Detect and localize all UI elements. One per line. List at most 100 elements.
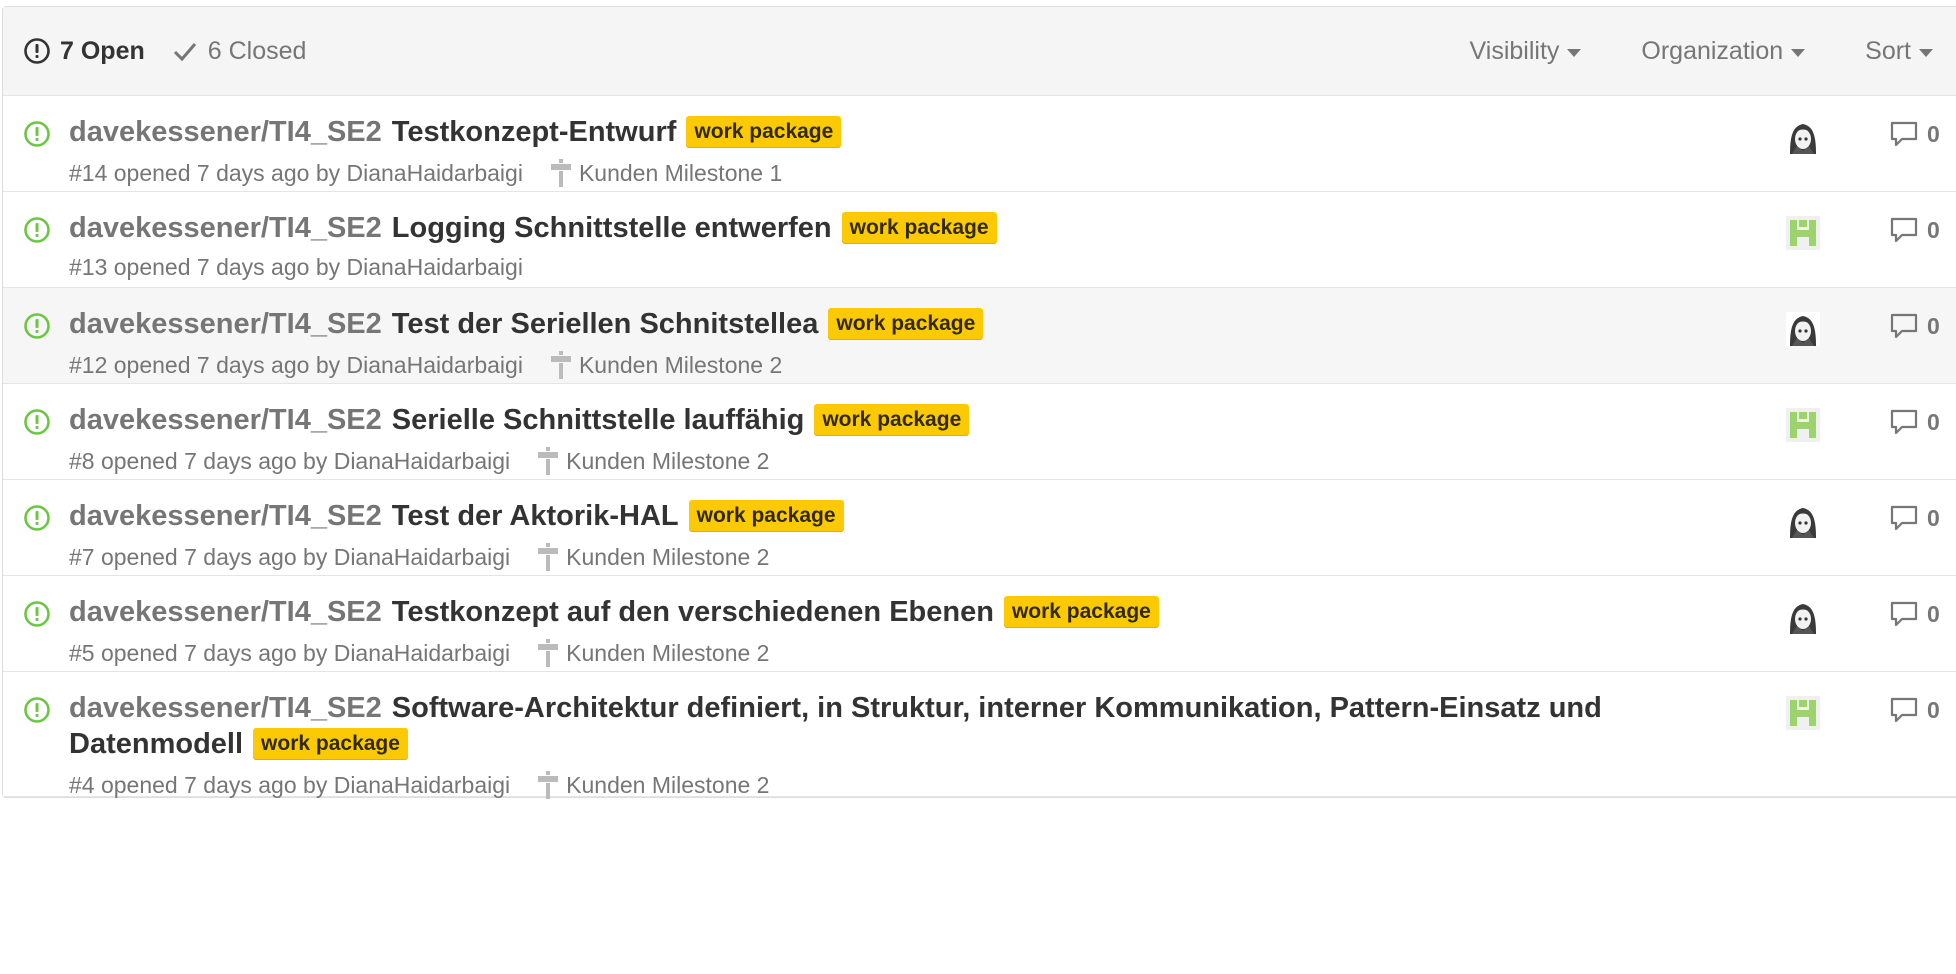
closed-issues-count: 6 Closed <box>207 36 307 65</box>
comments-link[interactable]: 0 <box>1889 408 1940 436</box>
issue-main: davekessener/TI4_SE2 Test der Seriellen S… <box>69 306 1669 380</box>
comment-icon <box>1889 696 1919 724</box>
assignee-avatar[interactable] <box>1786 120 1820 154</box>
issue-title-link[interactable]: Testkonzept auf den verschiedenen Ebenen <box>392 596 994 628</box>
issue-repo-link[interactable]: davekessener/TI4_SE2 <box>69 692 382 724</box>
issue-repo-link[interactable]: davekessener/TI4_SE2 <box>69 596 382 628</box>
issues-list-header: 7 Open 6 Closed Visibility Organization <box>3 7 1956 96</box>
comments-link[interactable]: 0 <box>1889 120 1940 148</box>
issue-label[interactable]: work package <box>688 500 844 532</box>
comments-link[interactable]: 0 <box>1889 696 1940 724</box>
issue-meta: #12 opened 7 days ago by DianaHaidarbaig… <box>69 350 1669 380</box>
issue-opened-by: #12 opened 7 days ago by DianaHaidarbaig… <box>69 351 523 378</box>
organization-filter-label: Organization <box>1641 36 1784 65</box>
organization-filter[interactable]: Organization <box>1641 36 1806 66</box>
issue-meta: #4 opened 7 days ago by DianaHaidarbaigi… <box>69 770 1669 800</box>
issue-title-link[interactable]: Test der Seriellen Schnitstellea <box>392 308 819 340</box>
assignee-avatar[interactable] <box>1786 600 1820 634</box>
comments-link[interactable]: 0 <box>1889 312 1940 340</box>
issue-state-toggle: 7 Open 6 Closed <box>23 37 306 66</box>
issue-opened-icon <box>23 312 51 340</box>
issue-title-link[interactable]: Testkonzept-Entwurf <box>392 116 677 148</box>
issue-title-link[interactable]: Logging Schnittstelle entwerfen <box>392 212 832 244</box>
issue-opened-by: #7 opened 7 days ago by DianaHaidarbaigi <box>69 543 511 570</box>
issue-label[interactable]: work package <box>1003 596 1159 628</box>
open-issues-count: 7 Open <box>60 36 145 65</box>
issue-opened-by: #14 opened 7 days ago by DianaHaidarbaig… <box>69 159 523 186</box>
assignee-avatar[interactable] <box>1786 216 1820 250</box>
issue-label[interactable]: work package <box>828 308 984 340</box>
issue-row: davekessener/TI4_SE2 Testkonzept-Entwurf w… <box>3 96 1956 192</box>
issue-row: davekessener/TI4_SE2 Software-Architektur… <box>3 672 1956 800</box>
issue-opened-by: #13 opened 7 days ago by DianaHaidarbaig… <box>69 254 523 280</box>
milestone-title: Kunden Milestone 2 <box>566 771 770 798</box>
issue-repo-link[interactable]: davekessener/TI4_SE2 <box>69 404 382 436</box>
issue-opened-by: #8 opened 7 days ago by DianaHaidarbaigi <box>69 447 511 474</box>
milestone-icon <box>536 770 560 800</box>
issue-repo-link[interactable]: davekessener/TI4_SE2 <box>69 308 382 340</box>
issue-label[interactable]: work package <box>253 728 408 760</box>
issues-list-box: 7 Open 6 Closed Visibility Organization <box>2 6 1956 800</box>
issue-label[interactable]: work package <box>814 404 970 436</box>
comment-count: 0 <box>1927 216 1940 243</box>
comment-icon <box>1889 120 1919 148</box>
comment-count: 0 <box>1927 120 1940 147</box>
milestone-icon <box>536 638 560 668</box>
issue-row: davekessener/TI4_SE2 Logging Schnittstell… <box>3 192 1956 288</box>
issue-title-link[interactable]: Test der Aktorik-HAL <box>392 500 679 532</box>
issue-meta: #5 opened 7 days ago by DianaHaidarbaigi… <box>69 638 1669 668</box>
issue-opened-icon <box>23 504 51 532</box>
comments-link[interactable]: 0 <box>1889 216 1940 244</box>
issue-row: davekessener/TI4_SE2 Serielle Schnittstel… <box>3 384 1956 480</box>
milestone-icon <box>536 446 560 476</box>
filter-bar: Visibility Organization Sort <box>1410 7 1933 95</box>
issue-repo-link[interactable]: davekessener/TI4_SE2 <box>69 212 382 244</box>
issue-title-link[interactable]: Serielle Schnittstelle lauffähig <box>392 404 805 436</box>
assignee-avatar[interactable] <box>1786 408 1820 442</box>
issue-meta: #14 opened 7 days ago by DianaHaidarbaig… <box>69 158 1669 188</box>
assignee-avatar[interactable] <box>1786 696 1820 730</box>
caret-down-icon <box>1791 48 1806 57</box>
issue-repo-link[interactable]: davekessener/TI4_SE2 <box>69 116 382 148</box>
issue-opened-icon <box>23 37 51 65</box>
issue-milestone[interactable]: Kunden Milestone 2 <box>536 770 769 800</box>
issue-opened-icon <box>23 600 51 628</box>
assignee-avatar[interactable] <box>1786 312 1820 346</box>
issue-title-line: davekessener/TI4_SE2 Testkonzept auf den … <box>69 594 1669 630</box>
issue-title-line: davekessener/TI4_SE2 Software-Architektur… <box>69 690 1669 762</box>
issue-list: davekessener/TI4_SE2 Testkonzept-Entwurf w… <box>3 96 1956 800</box>
milestone-title: Kunden Milestone 2 <box>578 351 783 378</box>
comment-icon <box>1889 216 1919 244</box>
issue-milestone[interactable]: Kunden Milestone 2 <box>536 542 769 572</box>
issue-main: davekessener/TI4_SE2 Test der Aktorik-HAL… <box>69 498 1669 572</box>
issue-repo-link[interactable]: davekessener/TI4_SE2 <box>69 500 382 532</box>
issue-row: davekessener/TI4_SE2 Testkonzept auf den … <box>3 576 1956 672</box>
issue-main: davekessener/TI4_SE2 Testkonzept auf den … <box>69 594 1669 668</box>
issue-main: davekessener/TI4_SE2 Software-Architektur… <box>69 690 1669 800</box>
issue-label[interactable]: work package <box>841 212 997 244</box>
milestone-title: Kunden Milestone 2 <box>566 543 770 570</box>
issue-milestone[interactable]: Kunden Milestone 2 <box>536 638 769 668</box>
issue-meta: #8 opened 7 days ago by DianaHaidarbaigi… <box>69 446 1669 476</box>
issue-milestone[interactable]: Kunden Milestone 1 <box>549 158 782 188</box>
issue-row: davekessener/TI4_SE2 Test der Seriellen S… <box>3 288 1956 384</box>
assignee-avatar[interactable] <box>1786 504 1820 538</box>
comment-count: 0 <box>1927 504 1940 531</box>
issue-main: davekessener/TI4_SE2 Serielle Schnittstel… <box>69 402 1669 476</box>
comment-icon <box>1889 408 1919 436</box>
milestone-icon <box>536 542 560 572</box>
comments-link[interactable]: 0 <box>1889 600 1940 628</box>
visibility-filter[interactable]: Visibility <box>1470 37 1582 66</box>
closed-issues-tab[interactable]: 6 Closed <box>171 36 307 66</box>
milestone-icon <box>549 158 573 188</box>
issue-milestone[interactable]: Kunden Milestone 2 <box>536 446 769 476</box>
sort-filter[interactable]: Sort <box>1865 37 1933 66</box>
open-issues-tab[interactable]: 7 Open <box>23 37 145 66</box>
issue-label[interactable]: work package <box>686 116 842 148</box>
caret-down-icon <box>1567 48 1582 57</box>
issue-milestone[interactable]: Kunden Milestone 2 <box>549 350 782 380</box>
comments-link[interactable]: 0 <box>1889 504 1940 532</box>
milestone-title: Kunden Milestone 2 <box>566 447 770 474</box>
issue-meta: #13 opened 7 days ago by DianaHaidarbaig… <box>69 254 1669 281</box>
issue-opened-icon <box>23 216 51 244</box>
